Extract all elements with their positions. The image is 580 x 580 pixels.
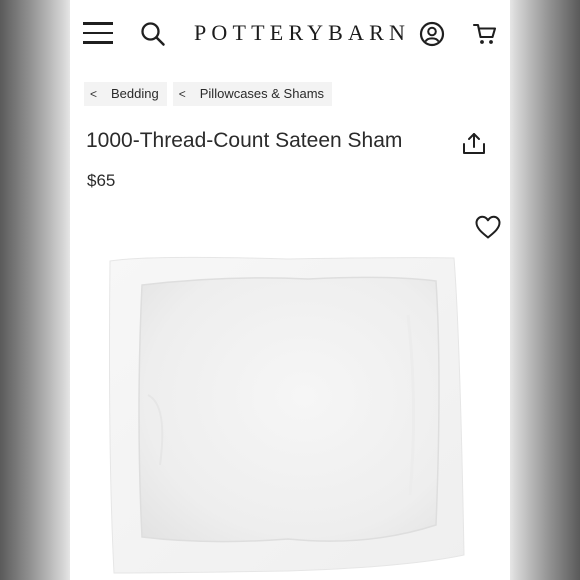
chevron-left-icon: < <box>90 87 98 101</box>
site-header: POTTERYBARN <box>70 0 510 66</box>
hamburger-menu-icon[interactable] <box>83 22 113 44</box>
account-icon[interactable] <box>419 21 445 52</box>
breadcrumb-label: Bedding <box>111 86 159 101</box>
product-image-sham[interactable] <box>108 255 478 580</box>
heart-icon[interactable] <box>474 214 502 245</box>
cart-icon[interactable] <box>472 21 498 52</box>
chevron-left-icon: < <box>178 87 186 101</box>
breadcrumb-label: Pillowcases & Shams <box>199 86 325 101</box>
product-title: 1000-Thread-Count Sateen Sham <box>86 129 403 152</box>
product-price: $65 <box>87 171 116 190</box>
breadcrumb: < Bedding < Pillowcases & Shams <box>84 82 333 106</box>
breadcrumb-link-bedding[interactable]: < Bedding <box>84 82 167 106</box>
breadcrumb-link-pillowcases-shams[interactable]: < Pillowcases & Shams <box>172 82 333 106</box>
share-icon[interactable] <box>461 131 487 162</box>
search-icon[interactable] <box>140 21 166 52</box>
brand-logo[interactable]: POTTERYBARN <box>194 19 405 47</box>
product-page: POTTERYBARN < Bedding < Pillowcases & Sh… <box>70 0 510 580</box>
